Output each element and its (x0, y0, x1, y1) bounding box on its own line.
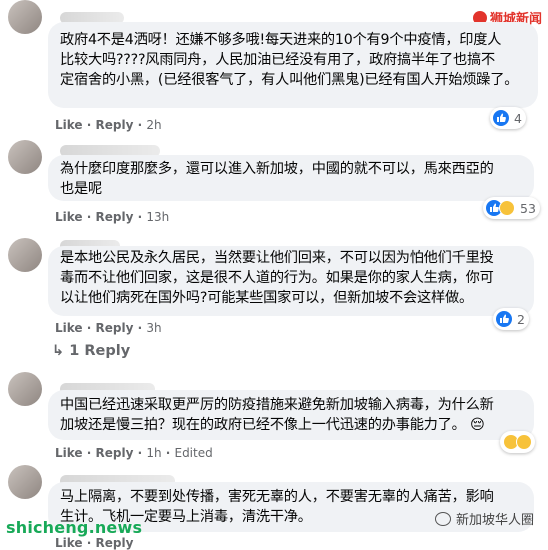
like-button[interactable]: Like (55, 321, 83, 335)
like-reaction-icon (493, 110, 509, 126)
wow-reaction-icon (499, 200, 515, 216)
comment-timestamp[interactable]: 13h (146, 210, 169, 224)
avatar[interactable] (8, 140, 42, 174)
comment-text-line: 以让他们病死在国外吗?可能某些国家可以，但新加坡不会这样做。 (60, 290, 473, 306)
like-button[interactable]: Like (55, 446, 83, 460)
comment-timestamp[interactable]: 2h (146, 118, 161, 132)
avatar[interactable] (8, 372, 42, 406)
like-button[interactable]: Like (55, 118, 83, 132)
edited-label: Edited (174, 446, 213, 460)
comment-actions: Like · Reply (55, 536, 134, 550)
like-button[interactable]: Like (55, 210, 83, 224)
comment-actions: Like · Reply · 13h (55, 210, 170, 224)
comment-timestamp[interactable]: 1h (146, 446, 161, 460)
comment-text-line: 中国已经迅速采取更严厉的防疫措施来避免新加坡输入病毒，为什么新 (60, 397, 494, 413)
wechat-watermark-text: 新加坡华人圈 (455, 513, 534, 528)
comment-bubble: 是本地公民及永久居民，当然要让他们回来，不可以因为怕他们千里投 毒而不让他们回家… (48, 246, 534, 316)
avatar[interactable] (8, 0, 42, 34)
reaction-count[interactable]: 2 (493, 308, 529, 330)
comment-text-line: 定宿舍的小黑，(已经很客气了，有人叫他们黑鬼)已经有国人开始烦躁了。 (60, 72, 519, 88)
comment-timestamp[interactable]: 3h (146, 321, 161, 335)
pensive-emoji: 😔 (469, 417, 485, 433)
comment-text-line: 是本地公民及永久居民，当然要让他们回来，不可以因为怕他们千里投 (60, 250, 494, 266)
reaction-count[interactable]: 4 (490, 107, 526, 129)
shicheng-news-url-watermark: shicheng.news (6, 518, 143, 537)
like-button[interactable]: Like (55, 536, 83, 550)
comment-text-line: 也是呢 (60, 181, 102, 197)
comment-actions: Like · Reply · 2h (55, 118, 162, 132)
wechat-watermark: 新加坡华人圈 (434, 509, 534, 528)
reply-button[interactable]: Reply (95, 321, 133, 335)
reply-button[interactable]: Reply (95, 446, 133, 460)
avatar[interactable] (8, 238, 42, 272)
comment-text-line: 毒而不让他们回家，这是很不人道的行为。如果是你的家人生病，你可 (60, 270, 494, 286)
like-reaction-icon (496, 311, 512, 327)
reply-button[interactable]: Reply (95, 536, 133, 550)
comment-bubble: 中国已经迅速采取更严厉的防疫措施来避免新加坡输入病毒，为什么新 加坡还是慢三拍？… (48, 390, 534, 440)
comment-bubble: 政府4不是4洒呀！还嫌不够多哦!每天进来的10个有9个中疫情，印度人 比较大吗?… (48, 22, 538, 108)
comment-actions: Like · Reply · 1h · Edited (55, 446, 213, 460)
reaction-count[interactable]: 53 (483, 197, 540, 219)
comment-actions: Like · Reply · 3h (55, 321, 162, 335)
avatar[interactable] (8, 465, 42, 499)
reply-button[interactable]: Reply (95, 118, 133, 132)
comment-text-line: 為什麼印度那麼多，還可以進入新加坡，中國的就不可以，馬來西亞的 (60, 161, 494, 177)
wechat-icon (434, 511, 451, 526)
comment-text-line: 政府4不是4洒呀！还嫌不够多哦!每天进来的10个有9个中疫情，印度人 (60, 32, 502, 48)
view-replies-link[interactable]: ↳ 1 Reply (52, 343, 130, 359)
reply-arrow-icon: ↳ (52, 343, 70, 359)
sad-reaction-icon (516, 434, 532, 450)
reply-button[interactable]: Reply (95, 210, 133, 224)
comment-text-line: 马上隔离，不要到处传播，害死无辜的人，不要害无辜的人痛苦，影响 (60, 489, 494, 505)
reaction-count[interactable] (500, 431, 535, 453)
comment-bubble: 為什麼印度那麼多，還可以進入新加坡，中國的就不可以，馬來西亞的 也是呢 (48, 155, 534, 201)
comment-text-line: 比较大吗????风雨同舟，人民加油已经没有用了，政府搞半年了也搞不 (60, 52, 495, 68)
comment-text-line: 加坡还是慢三拍？现在的政府已经不像上一代迅速的办事能力了。 😔 (60, 417, 485, 433)
